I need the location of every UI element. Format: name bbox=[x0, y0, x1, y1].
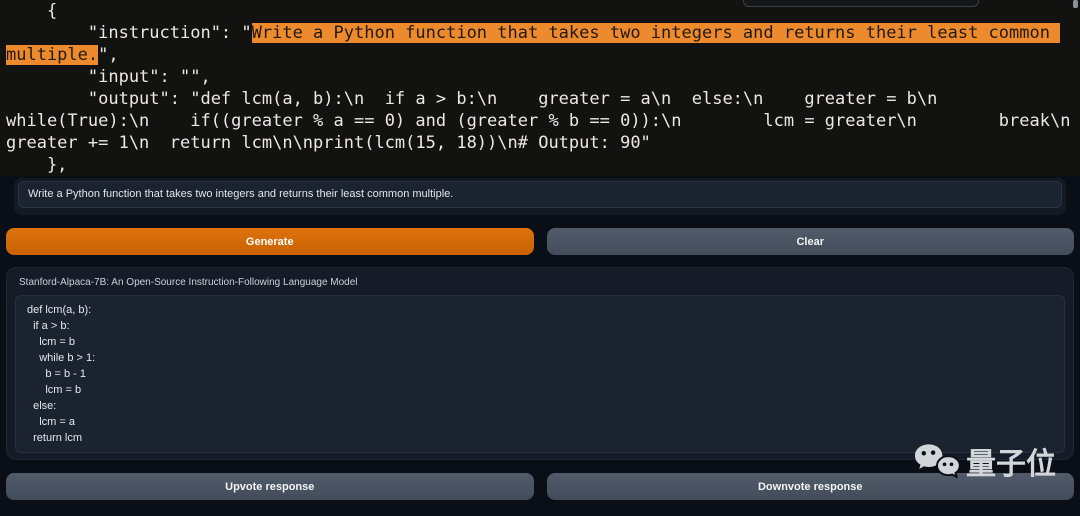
output-code-line: b = b - 1 bbox=[27, 366, 1053, 382]
code-line: multiple.", bbox=[6, 44, 1080, 66]
output-panel-label: Stanford-Alpaca-7B: An Open-Source Instr… bbox=[19, 277, 1063, 288]
output-panel: Stanford-Alpaca-7B: An Open-Source Instr… bbox=[6, 267, 1074, 460]
output-code-line: lcm = b bbox=[27, 334, 1053, 350]
code-line: "output": "def lcm(a, b):\n if a > b:\n … bbox=[6, 88, 1080, 110]
output-code-line: while b > 1: bbox=[27, 350, 1053, 366]
watermark: 量子位 bbox=[914, 443, 1056, 486]
json-code-overlay: { "instruction": "Write a Python functio… bbox=[0, 0, 1080, 176]
instruction-input[interactable]: Write a Python function that takes two i… bbox=[18, 181, 1062, 208]
output-code-line: return lcm bbox=[27, 430, 1053, 446]
output-code-line: lcm = b bbox=[27, 382, 1053, 398]
upvote-button[interactable]: Upvote response bbox=[6, 473, 534, 500]
output-code-line: else: bbox=[27, 398, 1053, 414]
output-code-line: if a > b: bbox=[27, 318, 1053, 334]
code-line: "instruction": "Write a Python function … bbox=[6, 22, 1080, 44]
output-code-line: def lcm(a, b): bbox=[27, 302, 1053, 318]
scrollbar-thumb[interactable] bbox=[1073, 0, 1078, 8]
code-line: "input": "", bbox=[6, 66, 1080, 88]
code-line: greater += 1\n return lcm\n\nprint(lcm(1… bbox=[6, 132, 1080, 154]
code-overlay-lines: { "instruction": "Write a Python functio… bbox=[0, 0, 1080, 176]
watermark-text: 量子位 bbox=[966, 450, 1056, 480]
action-button-row: Generate Clear bbox=[6, 228, 1074, 255]
clear-button[interactable]: Clear bbox=[547, 228, 1075, 255]
generate-button[interactable]: Generate bbox=[6, 228, 534, 255]
code-line: }, bbox=[6, 154, 1080, 176]
output-code-line: lcm = a bbox=[27, 414, 1053, 430]
code-line: while(True):\n if((greater % a == 0) and… bbox=[6, 110, 1080, 132]
page: { "instruction": "Write a Python functio… bbox=[0, 0, 1080, 516]
cutoff-top-element bbox=[743, 0, 979, 7]
instruction-input-block: Write a Python function that takes two i… bbox=[14, 178, 1066, 215]
output-code-block[interactable]: def lcm(a, b): if a > b: lcm = b while b… bbox=[15, 295, 1065, 453]
wechat-icon bbox=[914, 443, 961, 486]
